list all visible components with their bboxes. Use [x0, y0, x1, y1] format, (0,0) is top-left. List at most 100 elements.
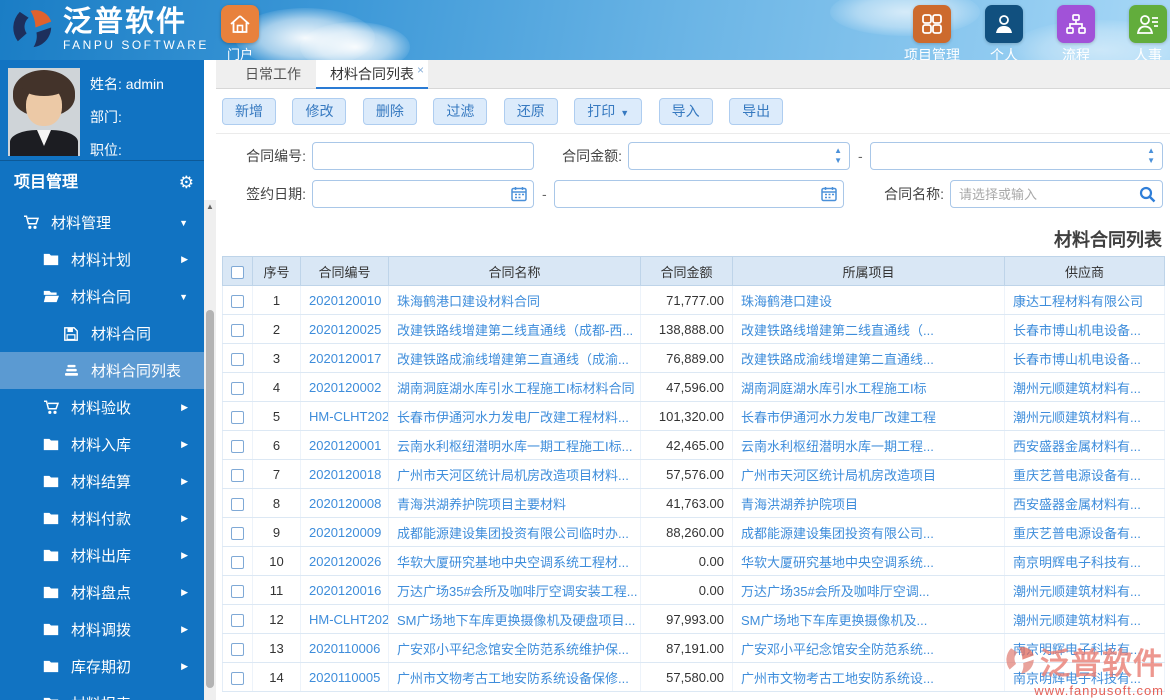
contract-code-link[interactable]: HM-CLHT2020...: [309, 409, 388, 424]
sidebar-item-material-acceptance[interactable]: 材料验收: [0, 389, 204, 426]
delete-button[interactable]: 删除: [362, 98, 417, 125]
row-checkbox[interactable]: [231, 671, 244, 685]
sidebar-item-material-outbound[interactable]: 材料出库: [0, 537, 204, 574]
sidebar-item-material-report[interactable]: 材料报表: [0, 685, 204, 700]
sidebar-item-material-inbound[interactable]: 材料入库: [0, 426, 204, 463]
supplier-link[interactable]: 重庆艺普电源设备有...: [1013, 526, 1141, 541]
contract-name-link[interactable]: 湖南洞庭湖水库引水工程施工I标材料合同: [397, 381, 635, 396]
supplier-link[interactable]: 长春市博山机电设备...: [1013, 323, 1141, 338]
contract-name-link[interactable]: 广州市天河区统计局机房改造项目材料...: [397, 468, 629, 483]
contract-name-input[interactable]: [959, 181, 1136, 207]
row-checkbox[interactable]: [231, 323, 244, 337]
spinner-up-icon[interactable]: ▲: [834, 146, 842, 156]
supplier-link[interactable]: 潮州元顺建筑材料有...: [1013, 410, 1141, 425]
filter-button[interactable]: 过滤: [433, 98, 488, 125]
contract-code-link[interactable]: 2020120017: [309, 351, 381, 366]
contract-name-link[interactable]: 华软大厦研究基地中央空调系统工程材...: [397, 555, 629, 570]
amount-max-input[interactable]: [879, 143, 1136, 169]
sidebar-item-material-stocktake[interactable]: 材料盘点: [0, 574, 204, 611]
contract-name-link[interactable]: 广安邓小平纪念馆安全防范系统维护保...: [397, 642, 629, 657]
project-link[interactable]: 改建铁路线增建第二线直通线（...: [741, 323, 934, 338]
contract-name-link[interactable]: 云南水利枢纽潜明水库一期工程施工I标...: [397, 439, 632, 454]
project-link[interactable]: 广安邓小平纪念馆安全防范系统...: [741, 642, 934, 657]
supplier-link[interactable]: 西安盛器金属材料有...: [1013, 497, 1141, 512]
contract-code-link[interactable]: 2020120016: [309, 583, 381, 598]
contract-name-link[interactable]: 广州市文物考古工地安防系统设备保修...: [397, 671, 629, 686]
row-checkbox[interactable]: [231, 468, 244, 482]
import-button[interactable]: 导入: [658, 98, 713, 125]
contract-code-link[interactable]: 2020120018: [309, 467, 381, 482]
row-checkbox[interactable]: [231, 555, 244, 569]
contract-code-link[interactable]: 2020120010: [309, 293, 381, 308]
contract-code-link[interactable]: 2020120001: [309, 438, 381, 453]
sidebar-item-material-payment[interactable]: 材料付款: [0, 500, 204, 537]
tab-daily-work[interactable]: 日常工作: [230, 60, 316, 89]
sign-date-to-input[interactable]: [563, 181, 817, 207]
sidebar-item-opening-inventory[interactable]: 库存期初: [0, 648, 204, 685]
project-link[interactable]: 广州市文物考古工地安防系统设...: [741, 671, 934, 686]
nav-workflow[interactable]: 流程: [1040, 5, 1112, 60]
row-checkbox[interactable]: [231, 526, 244, 540]
supplier-link[interactable]: 潮州元顺建筑材料有...: [1013, 381, 1141, 396]
calendar-icon[interactable]: [821, 186, 837, 205]
contract-code-link[interactable]: 2020120008: [309, 496, 381, 511]
nav-personal[interactable]: 个人: [968, 5, 1040, 60]
project-link[interactable]: 长春市伊通河水力发电厂改建工程: [741, 410, 936, 425]
sign-date-from-input[interactable]: [321, 181, 507, 207]
print-button[interactable]: 打印: [574, 98, 643, 125]
project-link[interactable]: 华软大厦研究基地中央空调系统...: [741, 555, 934, 570]
contract-name-link[interactable]: SM广场地下车库更换摄像机及硬盘项目...: [397, 613, 635, 628]
tab-material-contract-list[interactable]: 材料合同列表: [316, 60, 428, 89]
supplier-link[interactable]: 潮州元顺建筑材料有...: [1013, 584, 1141, 599]
project-link[interactable]: 湖南洞庭湖水库引水工程施工I标: [741, 381, 927, 396]
spinner-up-icon[interactable]: ▲: [1147, 146, 1155, 156]
search-icon[interactable]: [1139, 186, 1156, 206]
select-all-checkbox[interactable]: [231, 265, 244, 279]
supplier-link[interactable]: 康达工程材料有限公司: [1013, 294, 1143, 309]
gear-icon[interactable]: [179, 161, 194, 205]
project-link[interactable]: 云南水利枢纽潜明水库一期工程...: [741, 439, 934, 454]
contract-name-link[interactable]: 珠海鹤港口建设材料合同: [397, 294, 540, 309]
contract-name-link[interactable]: 改建铁路线增建第二线直通线（成都-西...: [397, 323, 633, 338]
sidebar-item-material-contract[interactable]: 材料合同: [0, 278, 204, 315]
contract-code-link[interactable]: HM-CLHT2020...: [309, 612, 388, 627]
amount-min-input[interactable]: [637, 143, 823, 169]
contract-code-link[interactable]: 2020120002: [309, 380, 381, 395]
supplier-link[interactable]: 潮州元顺建筑材料有...: [1013, 613, 1141, 628]
row-checkbox[interactable]: [231, 294, 244, 308]
contract-code-link[interactable]: 2020120026: [309, 554, 381, 569]
portal-button[interactable]: 门户: [220, 5, 260, 60]
row-checkbox[interactable]: [231, 352, 244, 366]
nav-project-management[interactable]: 项目管理: [896, 5, 968, 60]
add-button[interactable]: 新增: [222, 98, 276, 125]
contract-code-link[interactable]: 2020120025: [309, 322, 381, 337]
project-link[interactable]: 珠海鹤港口建设: [741, 294, 832, 309]
restore-button[interactable]: 还原: [503, 98, 558, 125]
scrollbar-up-arrow[interactable]: [204, 200, 216, 214]
row-checkbox[interactable]: [231, 584, 244, 598]
project-link[interactable]: 改建铁路成渝线增建第二直通线...: [741, 352, 934, 367]
project-link[interactable]: SM广场地下车库更换摄像机及...: [741, 613, 927, 628]
contract-name-link[interactable]: 改建铁路成渝线增建第二直通线（成渝...: [397, 352, 629, 367]
contract-name-link[interactable]: 成都能源建设集团投资有限公司临时办...: [397, 526, 629, 541]
project-link[interactable]: 成都能源建设集团投资有限公司...: [741, 526, 934, 541]
contract-code-link[interactable]: 2020120009: [309, 525, 381, 540]
project-link[interactable]: 青海洪湖养护院项目: [741, 497, 858, 512]
spinner-down-icon[interactable]: ▼: [834, 156, 842, 166]
contract-name-link[interactable]: 青海洪湖养护院项目主要材料: [397, 497, 566, 512]
contract-name-link[interactable]: 万达广场35#会所及咖啡厅空调安装工程...: [397, 584, 638, 599]
contract-no-input[interactable]: [321, 143, 527, 169]
supplier-link[interactable]: 南京明辉电子科技有...: [1013, 642, 1141, 657]
project-link[interactable]: 万达广场35#会所及咖啡厅空调...: [741, 584, 930, 599]
supplier-link[interactable]: 西安盛器金属材料有...: [1013, 439, 1141, 454]
supplier-link[interactable]: 南京明辉电子科技有...: [1013, 555, 1141, 570]
sidebar-item-material-management[interactable]: 材料管理: [0, 204, 204, 241]
edit-button[interactable]: 修改: [292, 98, 347, 125]
supplier-link[interactable]: 南京明辉电子科技有...: [1013, 671, 1141, 686]
scrollbar-thumb[interactable]: [206, 310, 214, 688]
sidebar-item-material-transfer[interactable]: 材料调拨: [0, 611, 204, 648]
row-checkbox[interactable]: [231, 642, 244, 656]
sidebar-item-material-plan[interactable]: 材料计划: [0, 241, 204, 278]
nav-hr[interactable]: 人事: [1112, 5, 1170, 60]
row-checkbox[interactable]: [231, 410, 244, 424]
